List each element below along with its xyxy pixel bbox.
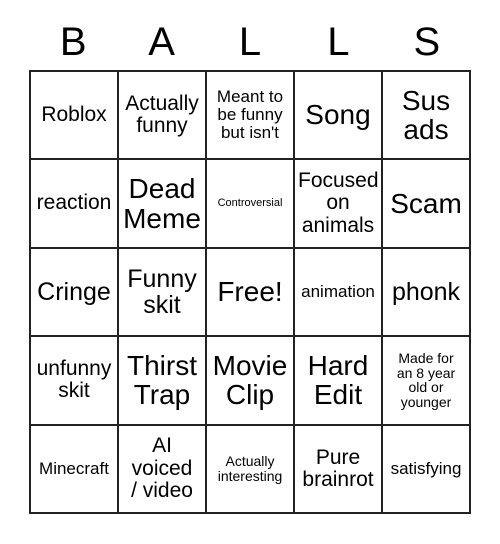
bingo-cell-label: Actually interesting: [217, 453, 283, 484]
bingo-cell-r0-c4[interactable]: Sus ads: [383, 72, 471, 161]
bingo-cell-label: Focused on animals: [298, 169, 379, 237]
bingo-cell-r0-c3[interactable]: Song: [295, 72, 383, 161]
bingo-cell-label: Made for an 8 year old or younger: [396, 349, 456, 411]
bingo-cell-r4-c3[interactable]: Pure brainrot: [295, 425, 383, 515]
bingo-cell-label: Controversial: [217, 196, 283, 209]
bingo-cell-r1-c4[interactable]: Scam: [383, 160, 471, 249]
bingo-cell-label: satisfying: [390, 458, 462, 478]
bingo-cell-label: Actually funny: [125, 91, 199, 138]
bingo-header: BALLS: [29, 14, 471, 70]
bingo-cell-label: Funny skit: [127, 264, 197, 320]
bingo-cell-label: Roblox: [41, 103, 107, 127]
bingo-cell-r2-c1[interactable]: Funny skit: [119, 248, 207, 338]
bingo-header-letter-0: B: [59, 20, 87, 64]
bingo-cell-label: unfunny skit: [36, 357, 112, 403]
bingo-cell-r3-c0[interactable]: unfunny skit: [31, 337, 119, 426]
bingo-cell-label: Free!: [217, 276, 283, 308]
bingo-cell-r1-c3[interactable]: Focused on animals: [295, 160, 383, 249]
bingo-cell-r0-c0[interactable]: Roblox: [31, 72, 119, 161]
bingo-cell-label: Thirst Trap: [127, 349, 197, 411]
bingo-cell-label: reaction: [36, 191, 112, 215]
bingo-cell-r2-c0[interactable]: Cringe: [31, 248, 119, 338]
bingo-header-letter-4: S: [413, 20, 441, 64]
bingo-cell-label: Cringe: [37, 277, 111, 306]
bingo-cell-r1-c1[interactable]: Dead Meme: [119, 160, 207, 249]
bingo-cell-r4-c4[interactable]: satisfying: [383, 425, 471, 515]
bingo-cell-r0-c1[interactable]: Actually funny: [119, 72, 207, 161]
bingo-cell-r3-c4[interactable]: Made for an 8 year old or younger: [383, 337, 471, 426]
bingo-cell-label: animation: [301, 282, 375, 301]
bingo-header-letter-3: L: [327, 20, 350, 64]
bingo-cell-r3-c2[interactable]: Movie Clip: [207, 337, 295, 426]
bingo-cell-r2-c3[interactable]: animation: [295, 248, 383, 338]
bingo-cell-r3-c1[interactable]: Thirst Trap: [119, 337, 207, 426]
bingo-header-letter-1: A: [148, 20, 175, 64]
bingo-cell-r2-c2[interactable]: Free!: [207, 248, 295, 338]
bingo-cell-label: Scam: [390, 187, 462, 219]
bingo-cell-r4-c0[interactable]: Minecraft: [31, 425, 119, 515]
bingo-cell-label: Hard Edit: [307, 349, 369, 411]
bingo-row: Minecraft AI voiced / video Actually inter…: [31, 425, 471, 515]
bingo-cell-label: AI voiced / video: [131, 434, 193, 502]
bingo-cell-label: phonk: [391, 277, 461, 306]
bingo-row: reaction Dead Meme Controversial Focused on…: [31, 160, 471, 249]
bingo-card: B A L L S Roblox Actually funny Meant to be fu…: [0, 0, 500, 544]
bingo-cell-r1-c0[interactable]: reaction: [31, 160, 119, 249]
bingo-row: Roblox Actually funny Meant to be funny bu…: [31, 72, 471, 161]
bingo-header-letter-2: L: [238, 20, 262, 64]
bingo-row: unfunny skit Thirst Trap Movie Clip Hard Ed…: [31, 337, 471, 426]
bingo-cell-r4-c1[interactable]: AI voiced / video: [119, 425, 207, 515]
bingo-cell-label: Movie Clip: [212, 349, 288, 411]
bingo-cell-r3-c3[interactable]: Hard Edit: [295, 337, 383, 426]
bingo-cell-r1-c2[interactable]: Controversial: [207, 160, 295, 249]
bingo-cell-label: Dead Meme: [123, 172, 201, 234]
bingo-cell-label: Sus ads: [401, 84, 451, 146]
bingo-row: Cringe Funny skit Free! animation phonk: [31, 248, 471, 338]
bingo-cell-r2-c4[interactable]: phonk: [383, 248, 471, 338]
bingo-cell-label: Minecraft: [39, 458, 109, 478]
bingo-cell-label: Meant to be funny but isn't: [216, 87, 284, 143]
bingo-cell-r4-c2[interactable]: Actually interesting: [207, 425, 295, 515]
bingo-cell-label: Pure brainrot: [302, 445, 374, 491]
bingo-cell-label: Song: [305, 99, 371, 131]
bingo-grid: Roblox Actually funny Meant to be funny bu…: [29, 70, 471, 515]
bingo-cell-r0-c2[interactable]: Meant to be funny but isn't: [207, 72, 295, 161]
